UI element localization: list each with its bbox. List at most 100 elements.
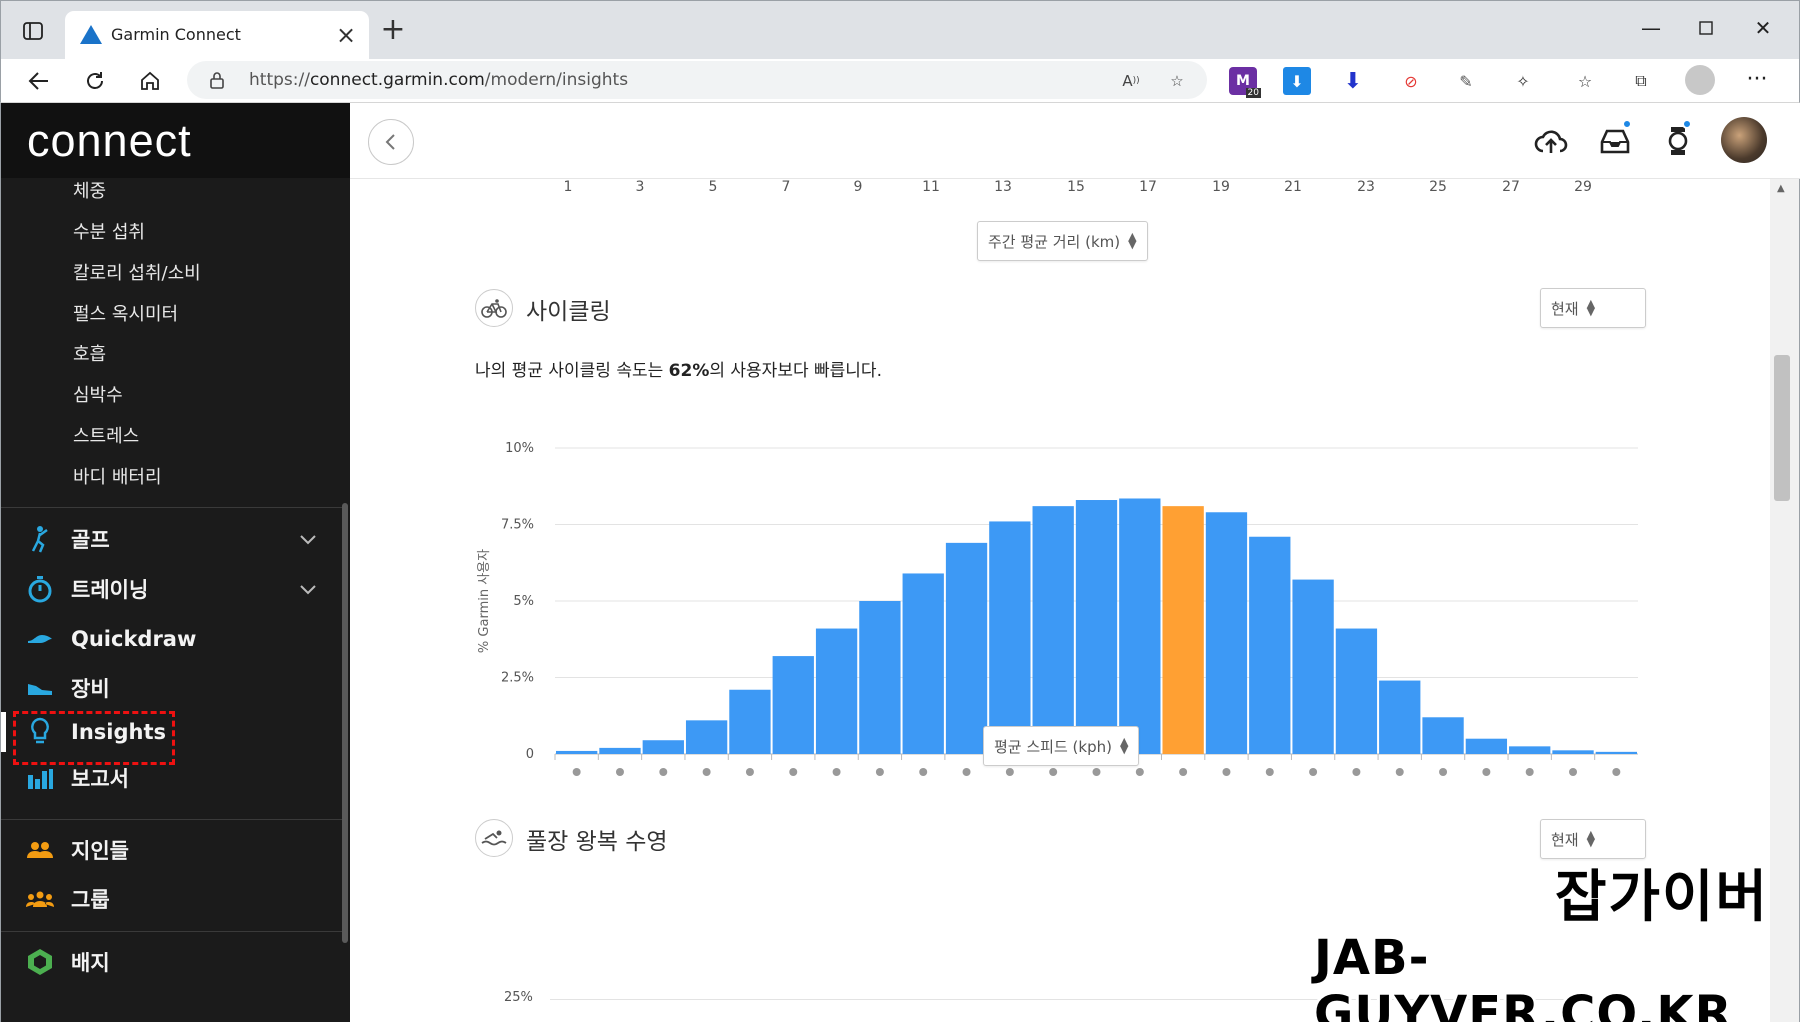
adblock-extension-icon[interactable]: ⊘ — [1397, 67, 1425, 95]
sidebar-item-connections[interactable]: 지인들 — [25, 832, 129, 868]
y-tick-label: 5% — [513, 594, 534, 609]
quickdraw-icon — [25, 624, 55, 654]
sidebar: connect 체중 수분 섭취 칼로리 섭취/소비 펄스 옥시미터 호흡 심박… — [0, 103, 351, 1022]
extensions-puzzle-icon[interactable]: ✧ — [1509, 67, 1537, 95]
reload-icon[interactable] — [79, 65, 111, 97]
swim-icon — [475, 819, 513, 857]
tag-extension-icon[interactable]: ✎ — [1452, 67, 1480, 95]
watch-device-icon[interactable] — [1658, 121, 1698, 161]
people-icon — [25, 835, 55, 865]
user-avatar[interactable] — [1721, 117, 1767, 163]
chevron-down-icon[interactable] — [299, 531, 319, 551]
chart-bar — [1075, 500, 1118, 754]
sidebar-subitem-pulse-ox[interactable]: 펄스 옥시미터 — [73, 300, 178, 326]
chart-bar — [989, 521, 1031, 754]
sidebar-item-training[interactable]: 트레이닝 — [25, 571, 148, 607]
lock-icon[interactable] — [207, 70, 227, 90]
x-tick-marker — [1439, 768, 1448, 776]
extension-m-icon[interactable]: M 20 — [1229, 67, 1261, 98]
chart-bar — [729, 689, 771, 754]
read-aloud-icon[interactable]: A)) — [1119, 69, 1143, 93]
sidebar-item-label: 지인들 — [71, 839, 129, 863]
sidebar-item-label: 골프 — [71, 528, 110, 552]
x-tick-marker — [1005, 768, 1014, 776]
sidebar-subitem-weight[interactable]: 체중 — [73, 177, 106, 203]
address-bar: https://connect.garmin.com/modern/insigh… — [0, 59, 1800, 103]
x-tick-marker — [1135, 768, 1144, 776]
favorites-icon[interactable]: ☆ — [1571, 67, 1599, 95]
x-tick-marker — [1092, 768, 1101, 776]
sidebar-divider — [1, 931, 342, 932]
chart-bar — [1422, 717, 1464, 754]
garmin-favicon-icon — [79, 23, 103, 47]
x-tick-marker — [1309, 768, 1318, 776]
sidebar-subitem-heart-rate[interactable]: 심박수 — [73, 381, 123, 407]
sidebar-subitem-calories[interactable]: 칼로리 섭취/소비 — [73, 259, 201, 285]
browser-tab[interactable]: Garmin Connect × — [65, 11, 369, 61]
y-tick-label: 25% — [504, 990, 533, 1005]
sidebar-subitem-body-battery[interactable]: 바디 배터리 — [73, 463, 162, 489]
extension-badge: 20 — [1245, 88, 1261, 98]
sidebar-item-golf[interactable]: 골프 — [25, 521, 110, 557]
sidebar-item-quickdraw[interactable]: Quickdraw — [25, 621, 196, 657]
close-window-icon[interactable]: ✕ — [1743, 13, 1783, 43]
url-field[interactable]: https://connect.garmin.com/modern/insigh… — [187, 61, 1207, 99]
sidebar-divider — [1, 819, 342, 820]
scroll-up-icon[interactable]: ▲ — [1777, 183, 1785, 194]
collections-icon[interactable]: ⧉ — [1627, 67, 1655, 95]
sidebar-subitem-stress[interactable]: 스트레스 — [73, 422, 139, 448]
y-tick-label: 10% — [505, 441, 534, 456]
x-tick-marker — [962, 768, 971, 776]
sidebar-item-gear[interactable]: 장비 — [25, 670, 110, 706]
device-notification-dot — [1682, 119, 1692, 129]
group-icon — [25, 884, 55, 914]
download-extension-icon[interactable]: ⬇ — [1283, 67, 1311, 95]
sidebar-scrollbar[interactable] — [342, 503, 348, 943]
favorite-star-icon[interactable]: ☆ — [1165, 69, 1189, 93]
sidebar-item-label: 배지 — [71, 951, 110, 975]
chart-bar — [772, 656, 814, 754]
speed-metric-select[interactable]: 평균 스피드 (kph) ▲ ▼ — [983, 726, 1140, 766]
x-tick-marker — [1395, 768, 1404, 776]
sidebar-item-groups[interactable]: 그룹 — [25, 881, 110, 917]
minimize-icon[interactable]: — — [1631, 13, 1671, 43]
x-tick-marker — [1049, 768, 1058, 776]
y-axis-title: % Garmin 사용자 — [477, 549, 492, 653]
x-tick-marker — [832, 768, 841, 776]
more-menu-icon[interactable]: ··· — [1741, 65, 1773, 97]
connect-logo[interactable]: connect — [27, 115, 192, 167]
sidebar-item-label: 그룹 — [71, 888, 110, 912]
sort-arrows-icon: ▲ ▼ — [1586, 828, 1596, 849]
arrow-down-extension-icon[interactable]: ⬇ — [1339, 67, 1367, 95]
sidebar-item-reports[interactable]: 보고서 — [25, 760, 129, 796]
sidebar-subitem-respiration[interactable]: 호흡 — [73, 340, 106, 366]
back-arrow-icon[interactable] — [23, 65, 55, 97]
watermark-url: JAB-GUYVER.CO.KR — [1314, 930, 1733, 1022]
chevron-down-icon[interactable] — [299, 581, 319, 601]
active-indicator — [1, 712, 6, 752]
x-tick-marker — [1222, 768, 1231, 776]
main-header — [350, 103, 1800, 179]
sidebar-subitem-hydration[interactable]: 수분 섭취 — [73, 218, 145, 244]
page-scrollbar[interactable] — [1770, 179, 1800, 1022]
golf-icon — [25, 524, 55, 554]
collapse-sidebar-button[interactable] — [368, 119, 414, 165]
x-tick-marker — [702, 768, 711, 776]
sidebar-divider — [1, 507, 342, 508]
upload-cloud-icon[interactable] — [1531, 121, 1571, 161]
browser-profile-avatar[interactable] — [1685, 65, 1715, 95]
new-tab-button[interactable]: + — [379, 15, 407, 45]
tab-actions-icon[interactable] — [19, 17, 47, 45]
page-scrollbar-thumb[interactable] — [1774, 355, 1790, 501]
x-tick-marker — [745, 768, 754, 776]
x-tick-marker — [1569, 768, 1578, 776]
sidebar-item-label: 보고서 — [71, 767, 129, 791]
maximize-icon[interactable] — [1686, 13, 1726, 43]
chart-bar — [1162, 506, 1204, 754]
sidebar-item-badges[interactable]: 배지 — [25, 944, 110, 980]
x-tick-marker — [789, 768, 798, 776]
chart-bar — [945, 542, 988, 754]
home-icon[interactable] — [134, 65, 166, 97]
tab-close-icon[interactable]: × — [333, 21, 359, 49]
cycling-speed-distribution-chart: 02.5%5%7.5%10%% Garmin 사용자1.64.88.011.31… — [477, 441, 1638, 776]
